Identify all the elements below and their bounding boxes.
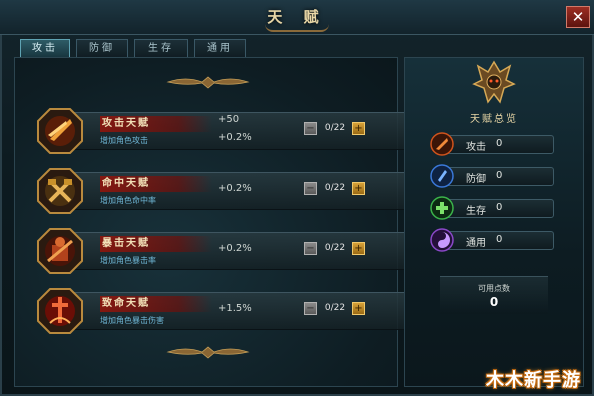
stat-label: 防御 [466,174,486,185]
armored-warrior-icon [37,228,83,274]
talent-overview-panel [404,57,584,387]
increase-button[interactable]: + [352,122,365,135]
talent-row-fatal: 致命天赋 增加角色暴击伤害 +1.5% − 0/22 + [28,284,406,338]
stat-value: 0 [496,138,503,149]
general-orb-icon [430,228,454,252]
tab-attack[interactable]: 攻击 [20,39,70,57]
decrease-button[interactable]: − [304,302,317,315]
talent-name: 致命天赋 [100,296,212,312]
attack-orb-icon [430,132,454,156]
talent-value-secondary: +0.2% [218,132,252,143]
stat-value: 0 [496,202,503,213]
increase-button[interactable]: + [352,242,365,255]
talent-points-count: 0/22 [324,183,346,193]
defense-orb-icon [430,164,454,188]
increase-button[interactable]: + [352,182,365,195]
crossed-axes-icon [37,168,83,214]
overview-title: 天赋总览 [470,114,518,125]
overview-stat-attack: 攻击 0 [430,132,554,156]
close-button[interactable]: ✕ [566,6,590,28]
talent-name: 命中天赋 [100,176,212,192]
overview-stat-general: 通用 0 [430,228,554,252]
available-points-label: 可用点数 [478,284,510,293]
demon-helmet-icon [472,60,516,104]
panel-top-ornament [166,76,250,89]
talent-points-count: 0/22 [324,123,346,133]
stat-label: 生存 [466,206,486,217]
talent-value-primary: +50 [218,114,240,125]
tab-general[interactable]: 通用 [194,39,246,57]
stat-value: 0 [496,234,503,245]
talent-description: 增加角色命中率 [100,196,156,205]
panel-bottom-ornament [166,346,250,359]
talent-name: 暴击天赋 [100,236,212,252]
talent-value-secondary: +1.5% [218,303,252,314]
stat-value: 0 [496,170,503,181]
talent-value-secondary: +0.2% [218,243,252,254]
tab-defense[interactable]: 防御 [76,39,128,57]
tab-survival[interactable]: 生存 [134,39,188,57]
talent-points-count: 0/22 [324,243,346,253]
overview-stat-survival: 生存 0 [430,196,554,220]
talent-name: 攻击天赋 [100,116,212,132]
stat-label: 通用 [466,238,486,249]
talent-description: 增加角色暴击率 [100,256,156,265]
decrease-button[interactable]: − [304,182,317,195]
stat-label: 攻击 [466,142,486,153]
decrease-button[interactable]: − [304,242,317,255]
decrease-button[interactable]: − [304,122,317,135]
increase-button[interactable]: + [352,302,365,315]
burning-sword-icon [37,288,83,334]
talent-row-crit: 暴击天赋 增加角色暴击率 +0.2% − 0/22 + [28,224,406,278]
talent-description: 增加角色攻击 [100,136,148,145]
overview-stat-defense: 防御 0 [430,164,554,188]
talent-description: 增加角色暴击伤害 [100,316,164,325]
talent-points-count: 0/22 [324,303,346,313]
available-points-value: 0 [489,295,499,309]
available-points: 可用点数 0 [440,276,548,314]
talent-row-attack: 攻击天赋 增加角色攻击 +50 +0.2% − 0/22 + [28,104,406,158]
watermark: 木木新手游 [486,370,581,391]
survival-orb-icon [430,196,454,220]
blade-slash-icon [37,108,83,154]
title-ornament [265,24,329,32]
talent-row-hit: 命中天赋 增加角色命中率 +0.2% − 0/22 + [28,164,406,218]
talent-value-secondary: +0.2% [218,183,252,194]
